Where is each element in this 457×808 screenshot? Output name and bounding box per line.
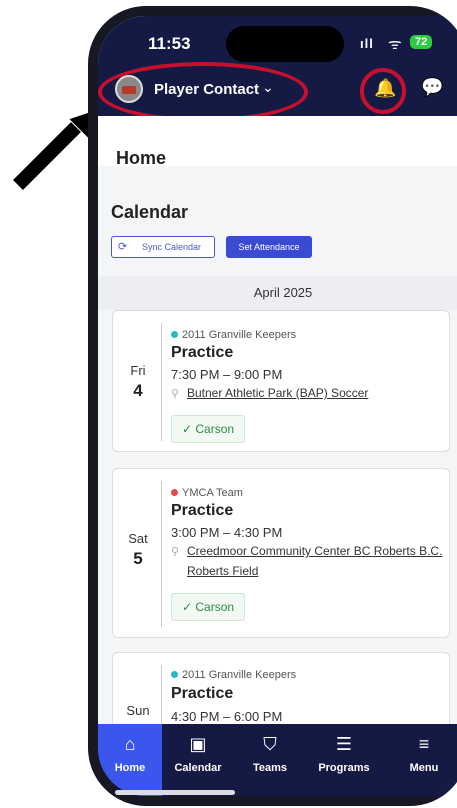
event-day: 4 <box>133 381 143 400</box>
signal-icon: ıll <box>360 36 374 51</box>
battery-icon: 72 <box>410 35 433 49</box>
app-screen: 11:53 ıll ᯤ 72 Player Contact ⌄ 🔔 💬 Home… <box>98 16 457 796</box>
tab-label: Programs <box>318 762 370 774</box>
sync-calendar-button[interactable]: ⟳ Sync Calendar <box>111 236 215 258</box>
event-location[interactable]: Butner Athletic Park (BAP) Soccer <box>187 383 447 403</box>
attendance-badge[interactable]: ✓ Carson <box>171 415 246 443</box>
team-dot-icon <box>171 671 178 678</box>
event-team: YMCA Team <box>171 487 243 499</box>
dynamic-island <box>226 26 344 62</box>
check-icon: ✓ <box>182 600 196 614</box>
event-title[interactable]: Practice <box>171 685 233 703</box>
tab-label: Home <box>114 762 146 774</box>
annotation-circle-bell <box>360 68 406 114</box>
event-title[interactable]: Practice <box>171 344 233 362</box>
event-time: 4:30 PM – 6:00 PM <box>171 709 283 724</box>
tab-teams[interactable]: ⛉ Teams <box>238 724 302 796</box>
location-pin-icon: ⚲ <box>171 388 180 400</box>
bottom-tab-bar: ⌂ Home ▣ Calendar ⛉ Teams ☰ Programs ≡ M… <box>98 724 457 796</box>
check-icon: ✓ <box>182 422 196 436</box>
sync-calendar-label: Sync Calendar <box>142 242 202 252</box>
hamburger-icon: ≡ <box>418 734 430 754</box>
event-card[interactable]: Sat 5 YMCA Team Practice 3:00 PM – 4:30 … <box>112 468 450 638</box>
attendance-badge[interactable]: ✓ Carson <box>171 593 246 621</box>
tab-home[interactable]: ⌂ Home <box>98 724 162 796</box>
tab-label: Calendar <box>174 762 222 774</box>
tab-calendar[interactable]: ▣ Calendar <box>166 724 230 796</box>
event-dow: Fri <box>130 363 146 378</box>
event-team-name: YMCA Team <box>182 487 243 499</box>
event-time: 3:00 PM – 4:30 PM <box>171 525 283 540</box>
annotation-circle-context <box>98 62 308 122</box>
month-header: April 2025 <box>98 276 457 310</box>
page-title: Home <box>116 148 167 168</box>
programs-icon: ☰ <box>335 734 353 754</box>
tab-menu[interactable]: ≡ Menu <box>392 724 456 796</box>
location-pin-icon: ⚲ <box>171 546 180 558</box>
home-indicator[interactable] <box>115 790 235 795</box>
set-attendance-button[interactable]: Set Attendance <box>226 236 312 258</box>
team-dot-icon <box>171 489 178 496</box>
event-time: 7:30 PM – 9:00 PM <box>171 367 283 382</box>
tab-programs[interactable]: ☰ Programs <box>312 724 376 796</box>
event-divider <box>161 481 162 627</box>
calendar-title: Calendar <box>111 202 189 222</box>
event-card[interactable]: Fri 4 2011 Granville Keepers Practice 7:… <box>112 310 450 452</box>
event-team: 2011 Granville Keepers <box>171 329 296 341</box>
chat-icon[interactable]: 💬 <box>421 77 443 98</box>
event-dow: Sat <box>128 531 148 546</box>
event-title[interactable]: Practice <box>171 502 233 520</box>
team-dot-icon <box>171 331 178 338</box>
wifi-icon: ᯤ <box>388 36 402 53</box>
status-time: 11:53 <box>148 34 191 53</box>
shield-icon: ⛉ <box>263 734 277 754</box>
home-icon: ⌂ <box>124 734 136 754</box>
attendee-name: Carson <box>195 600 235 614</box>
event-dow: Sun <box>126 703 150 718</box>
event-day: 5 <box>133 549 143 568</box>
status-bar: 11:53 ıll ᯤ 72 <box>98 16 457 64</box>
event-team: 2011 Granville Keepers <box>171 669 296 681</box>
event-location[interactable]: Creedmoor Community Center BC Roberts B.… <box>187 541 447 581</box>
tab-label: Menu <box>409 762 439 774</box>
event-team-name: 2011 Granville Keepers <box>182 669 297 681</box>
attendee-name: Carson <box>195 422 235 436</box>
event-team-name: 2011 Granville Keepers <box>182 329 297 341</box>
phone-frame: 11:53 ıll ᯤ 72 Player Contact ⌄ 🔔 💬 Home… <box>88 6 457 806</box>
event-divider <box>161 323 162 441</box>
tab-label: Teams <box>252 762 288 774</box>
calendar-icon: ▣ <box>189 734 207 754</box>
sync-calendar-icon: ⟳ <box>118 241 128 253</box>
